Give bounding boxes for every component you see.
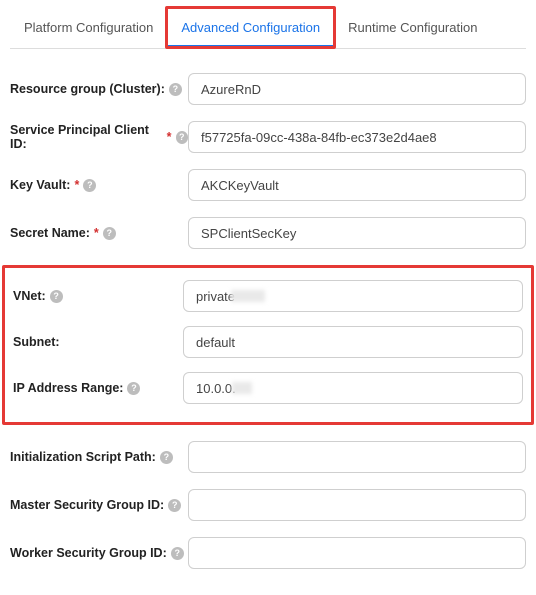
row-resource-group: Resource group (Cluster): ? — [10, 73, 526, 105]
row-ip-range: IP Address Range: ? 10.0.0. — [13, 372, 523, 404]
label-key-vault: Key Vault: * ? — [10, 178, 188, 192]
required-marker: * — [74, 178, 79, 192]
label-ip-range: IP Address Range: ? — [13, 381, 183, 395]
help-icon[interactable]: ? — [160, 451, 173, 464]
label-text: Resource group (Cluster): — [10, 82, 165, 96]
help-icon[interactable]: ? — [168, 499, 181, 512]
label-spn-client-id: Service Principal Client ID: * ? — [10, 123, 188, 151]
input-ip-range-value: 10.0.0. — [196, 381, 236, 396]
help-icon[interactable]: ? — [127, 382, 140, 395]
input-worker-sg[interactable] — [188, 537, 526, 569]
input-vnet[interactable]: private — [183, 280, 523, 312]
tab-platform[interactable]: Platform Configuration — [10, 10, 167, 48]
input-ip-range[interactable]: 10.0.0. — [183, 372, 523, 404]
input-vnet-value: private — [196, 289, 235, 304]
help-icon[interactable]: ? — [83, 179, 96, 192]
help-icon[interactable]: ? — [176, 131, 188, 144]
label-secret-name: Secret Name: * ? — [10, 226, 188, 240]
tab-advanced-label: Advanced Configuration — [181, 20, 320, 35]
row-secret-name: Secret Name: * ? — [10, 217, 526, 249]
redacted-blur — [232, 382, 252, 394]
help-icon[interactable]: ? — [169, 83, 182, 96]
input-key-vault[interactable] — [188, 169, 526, 201]
label-resource-group: Resource group (Cluster): ? — [10, 82, 188, 96]
help-icon[interactable]: ? — [171, 547, 184, 560]
label-text: Worker Security Group ID: — [10, 546, 167, 560]
label-worker-sg: Worker Security Group ID: ? — [10, 546, 188, 560]
redacted-blur — [231, 290, 265, 302]
input-secret-name[interactable] — [188, 217, 526, 249]
label-subnet: Subnet: — [13, 335, 183, 349]
label-text: Secret Name: — [10, 226, 90, 240]
label-text: Service Principal Client ID: — [10, 123, 163, 151]
label-text: IP Address Range: — [13, 381, 123, 395]
row-vnet: VNet: ? private — [13, 280, 523, 312]
row-worker-sg: Worker Security Group ID: ? — [10, 537, 526, 569]
label-text: Key Vault: — [10, 178, 70, 192]
label-vnet: VNet: ? — [13, 289, 183, 303]
row-master-sg: Master Security Group ID: ? — [10, 489, 526, 521]
label-init-script: Initialization Script Path: ? — [10, 450, 188, 464]
row-subnet: Subnet: — [13, 326, 523, 358]
required-marker: * — [94, 226, 99, 240]
help-icon[interactable]: ? — [103, 227, 116, 240]
label-text: Master Security Group ID: — [10, 498, 164, 512]
highlight-annotation-network: VNet: ? private Subnet: IP Address Range… — [2, 265, 534, 425]
input-subnet[interactable] — [183, 326, 523, 358]
input-resource-group[interactable] — [188, 73, 526, 105]
row-key-vault: Key Vault: * ? — [10, 169, 526, 201]
tab-advanced[interactable]: Advanced Configuration — [167, 10, 334, 48]
required-marker: * — [167, 130, 172, 144]
config-tabs: Platform Configuration Advanced Configur… — [10, 10, 526, 49]
label-text: VNet: — [13, 289, 46, 303]
row-init-script: Initialization Script Path: ? — [10, 441, 526, 473]
row-spn-client-id: Service Principal Client ID: * ? — [10, 121, 526, 153]
help-icon[interactable]: ? — [50, 290, 63, 303]
input-init-script[interactable] — [188, 441, 526, 473]
tab-runtime[interactable]: Runtime Configuration — [334, 10, 491, 48]
input-master-sg[interactable] — [188, 489, 526, 521]
label-text: Subnet: — [13, 335, 60, 349]
input-spn-client-id[interactable] — [188, 121, 526, 153]
label-master-sg: Master Security Group ID: ? — [10, 498, 188, 512]
label-text: Initialization Script Path: — [10, 450, 156, 464]
